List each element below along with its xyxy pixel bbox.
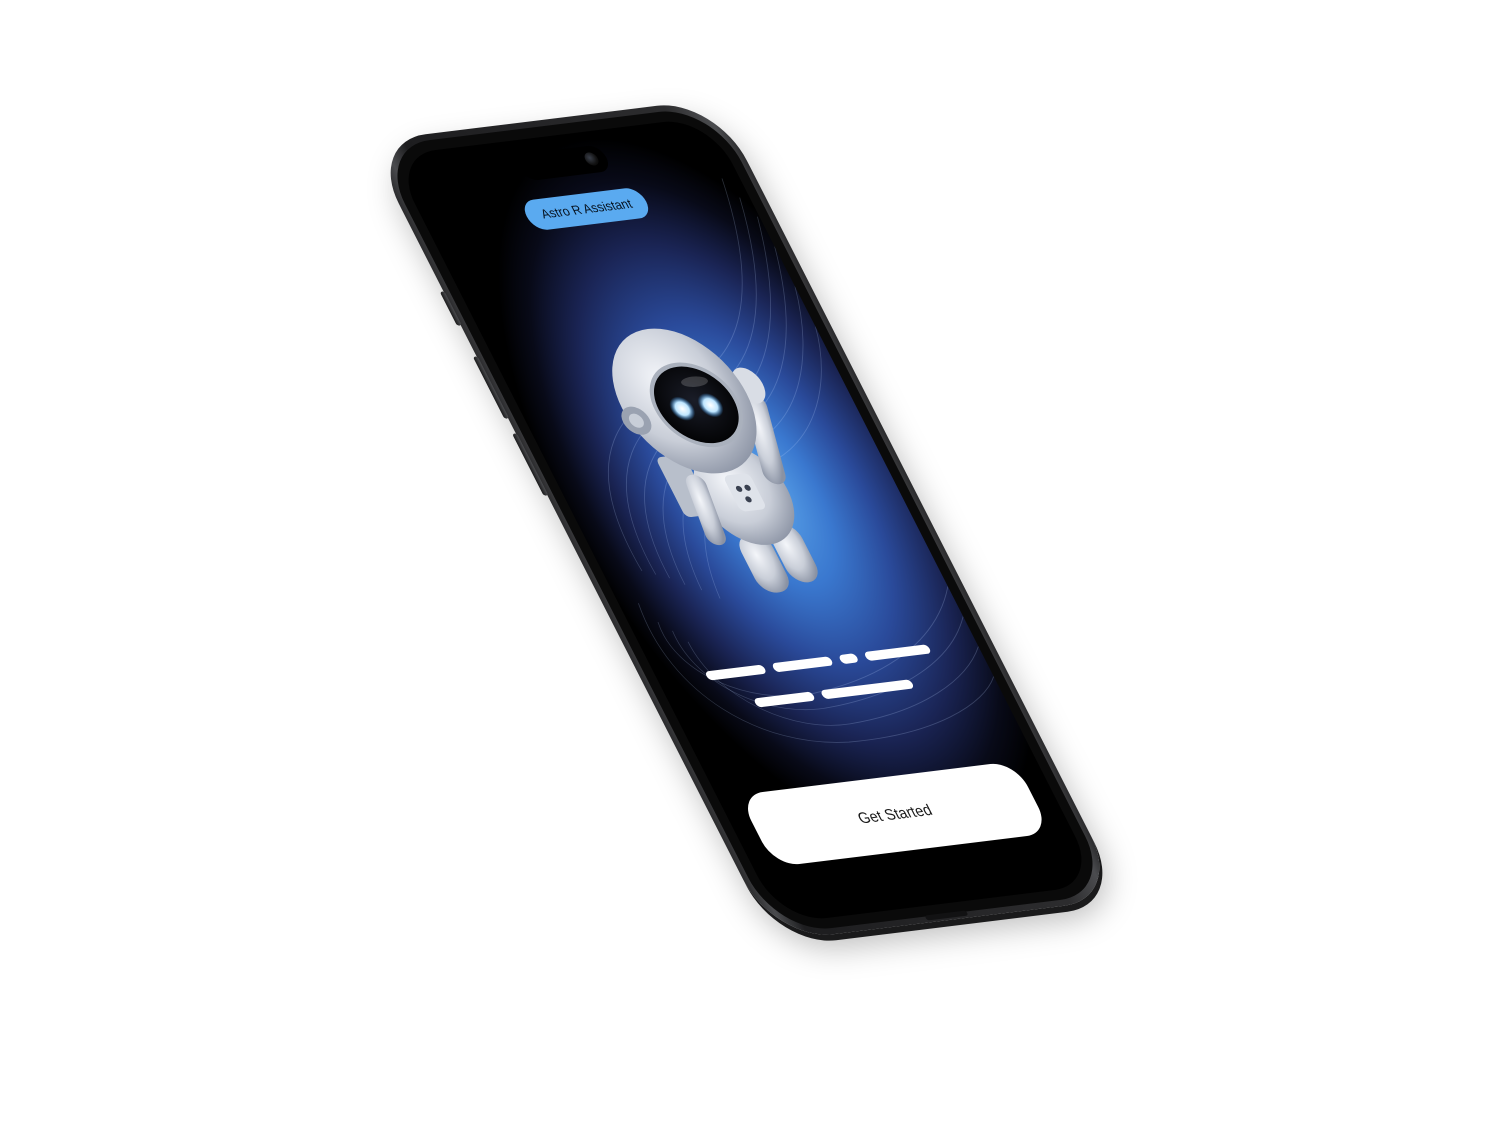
phone-device: Astro R Assistant Get Started	[367, 98, 1123, 942]
placeholder-bar	[752, 691, 816, 708]
placeholder-bar	[819, 679, 915, 700]
placeholder-bar	[837, 653, 859, 665]
app-screen: Astro R Assistant Get Started	[390, 116, 1100, 924]
front-camera-icon	[582, 151, 601, 167]
mockup-stage: Astro R Assistant Get Started	[0, 0, 1500, 1125]
